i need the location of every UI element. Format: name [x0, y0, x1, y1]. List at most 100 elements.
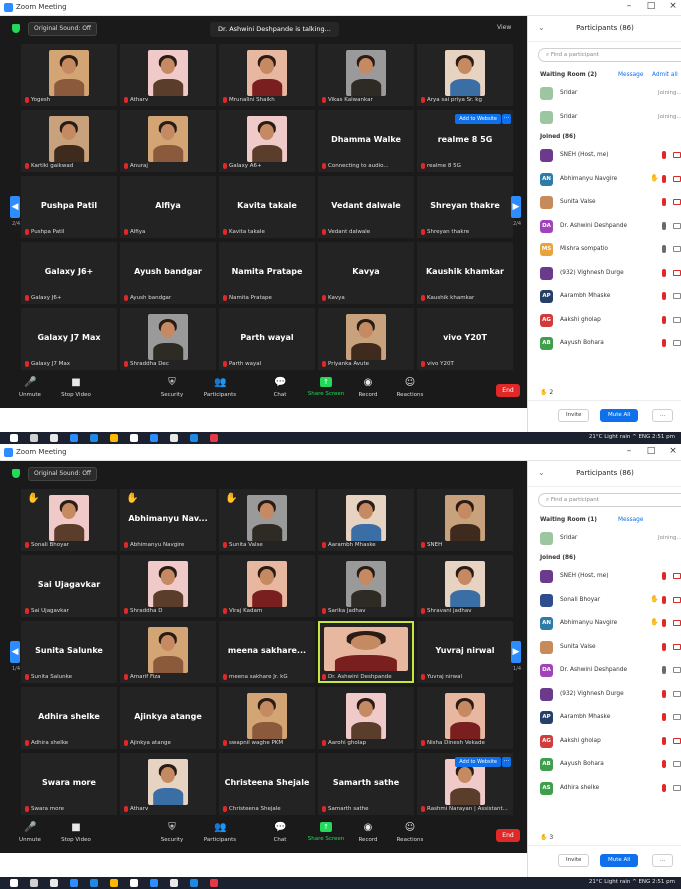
participant-row[interactable]: AP Aarambh Mhaske: [540, 710, 681, 726]
message-waiting-button[interactable]: Message: [618, 72, 643, 78]
waiting-participant-row[interactable]: Sridar Joining...: [540, 531, 681, 547]
mute-all-button[interactable]: Mute All: [600, 409, 639, 422]
view-button[interactable]: View: [497, 24, 511, 31]
more-options-button[interactable]: ...: [652, 409, 674, 422]
zoom-icon[interactable]: [150, 434, 158, 442]
video-tile[interactable]: Kartiki gaikwad: [21, 110, 117, 172]
participant-row[interactable]: (932) Vighnesh Durge: [540, 687, 681, 703]
end-meeting-button[interactable]: End: [496, 829, 520, 842]
video-tile[interactable]: Christeena Shejale Christeena Shejale: [219, 753, 315, 815]
unmute-button[interactable]: 🎤 Unmute: [8, 822, 52, 843]
video-tile[interactable]: Galaxy A6+: [219, 110, 315, 172]
stop-video-button[interactable]: ■ Stop Video: [54, 822, 98, 843]
video-tile[interactable]: Amarif Fiza: [120, 621, 216, 683]
search-icon[interactable]: [30, 434, 38, 442]
waiting-participant-row[interactable]: Sridar Joining...: [540, 110, 681, 126]
mail-icon[interactable]: [190, 434, 198, 442]
video-tile[interactable]: Dr. Ashwini Deshpande: [318, 621, 414, 683]
mute-all-button[interactable]: Mute All: [600, 854, 639, 867]
video-tile[interactable]: Kaushik khamkar Kaushik khamkar: [417, 242, 513, 304]
video-tile[interactable]: Alfiya Alfiya: [120, 176, 216, 238]
participants-button[interactable]: 👥 Participants: [198, 822, 242, 843]
add-to-website-button[interactable]: Add to Website: [455, 114, 501, 124]
tile-more-button[interactable]: ···: [502, 114, 511, 124]
participant-row[interactable]: AN Abhimanyu Navgire ✋: [540, 616, 681, 632]
stop-video-button[interactable]: ■ Stop Video: [54, 377, 98, 398]
reactions-button[interactable]: ☺ Reactions: [388, 822, 432, 843]
participant-search-input[interactable]: ⌕ Find a participant: [538, 48, 681, 62]
participant-row[interactable]: AG Aakshi gholap: [540, 734, 681, 750]
start-icon[interactable]: [10, 879, 18, 887]
video-tile[interactable]: Atharv: [120, 753, 216, 815]
video-tile[interactable]: Dhamma Walke Connecting to audio...: [318, 110, 414, 172]
invite-button[interactable]: Invite: [558, 854, 590, 867]
reactions-button[interactable]: ☺ Reactions: [388, 377, 432, 398]
add-to-website-button[interactable]: Add to Website: [455, 757, 501, 767]
participant-row[interactable]: DA Dr. Ashwini Deshpande: [540, 663, 681, 679]
video-tile[interactable]: realme 8 5G Add to Website ··· realme 8 5G: [417, 110, 513, 172]
participant-row[interactable]: AB Aayush Bohara: [540, 336, 681, 352]
next-page-arrow[interactable]: ▶: [511, 196, 521, 218]
security-button[interactable]: ⛨ Security: [150, 377, 194, 398]
video-tile[interactable]: Parth wayal Parth wayal: [219, 308, 315, 370]
minimize-button[interactable]: –: [622, 1, 636, 11]
admit-all-button[interactable]: Admit all: [652, 72, 678, 78]
video-tile[interactable]: Ajinkya atange Ajinkya atange: [120, 687, 216, 749]
edge-icon[interactable]: [90, 434, 98, 442]
previous-page-arrow[interactable]: ◀: [10, 641, 20, 663]
participant-row[interactable]: Sunita Valse: [540, 195, 681, 211]
waiting-participant-row[interactable]: Sridar Joining...: [540, 86, 681, 102]
video-tile[interactable]: Shravani jadhav: [417, 555, 513, 617]
folder-icon[interactable]: [110, 434, 118, 442]
chrome-icon[interactable]: [130, 879, 138, 887]
video-tile[interactable]: Vikas Kalwankar: [318, 44, 414, 106]
original-sound-button[interactable]: Original Sound: Off: [28, 467, 98, 481]
search-icon[interactable]: [30, 879, 38, 887]
minimize-button[interactable]: –: [622, 446, 636, 456]
video-tile[interactable]: Atharv: [120, 44, 216, 106]
video-tile[interactable]: Kavya Kavya: [318, 242, 414, 304]
video-tile[interactable]: Sarika Jadhav: [318, 555, 414, 617]
start-icon[interactable]: [10, 434, 18, 442]
video-tile[interactable]: Sunita Salunke Sunita Salunke: [21, 621, 117, 683]
message-waiting-button[interactable]: Message: [618, 517, 643, 523]
browser-icon[interactable]: [70, 879, 78, 887]
video-tile[interactable]: Nisha Dinesh Vekade: [417, 687, 513, 749]
participants-button[interactable]: 👥 Participants: [198, 377, 242, 398]
video-tile[interactable]: Shreyan thakre Shreyan thakre: [417, 176, 513, 238]
zoom-icon[interactable]: [150, 879, 158, 887]
browser-icon[interactable]: [70, 434, 78, 442]
video-tile[interactable]: Galaxy J6+ Galaxy J6+: [21, 242, 117, 304]
video-tile[interactable]: swapnil waghe PKM: [219, 687, 315, 749]
unmute-button[interactable]: 🎤 Unmute: [8, 377, 52, 398]
participant-row[interactable]: Sunita Valse: [540, 640, 681, 656]
close-button[interactable]: ×: [666, 1, 680, 11]
maximize-button[interactable]: □: [644, 1, 658, 11]
video-tile[interactable]: Viraj Kadam: [219, 555, 315, 617]
close-button[interactable]: ×: [666, 446, 680, 456]
video-tile[interactable]: Add to Website ··· Rashmi Narayan | Assist…: [417, 753, 513, 815]
chrome-icon[interactable]: [130, 434, 138, 442]
video-tile[interactable]: Yuvraj nirwal Yuvraj nirwal: [417, 621, 513, 683]
participant-row[interactable]: AS Adhira shelke: [540, 781, 681, 797]
video-tile[interactable]: Samarth sathe Samarth sathe: [318, 753, 414, 815]
video-tile[interactable]: Swara more Swara more: [21, 753, 117, 815]
store-icon[interactable]: [170, 879, 178, 887]
participant-row[interactable]: (932) Vighnesh Durge: [540, 266, 681, 282]
store-icon[interactable]: [170, 434, 178, 442]
chat-button[interactable]: 💬 Chat: [258, 377, 302, 398]
participant-row[interactable]: AP Aarambh Mhaske: [540, 289, 681, 305]
video-tile[interactable]: vivo Y20T vivo Y20T: [417, 308, 513, 370]
video-tile[interactable]: Anuraj: [120, 110, 216, 172]
video-tile[interactable]: meena sakhare... meena sakhare Jr. kG: [219, 621, 315, 683]
video-tile[interactable]: Vedant dalwale Vedant dalwale: [318, 176, 414, 238]
record-button[interactable]: ◉ Record: [346, 822, 390, 843]
original-sound-button[interactable]: Original Sound: Off: [28, 22, 98, 36]
video-tile[interactable]: Aarambh Mhaske: [318, 489, 414, 551]
participant-row[interactable]: AN Abhimanyu Navgire ✋: [540, 172, 681, 188]
participant-row[interactable]: Sonali Bhoyar ✋: [540, 593, 681, 609]
record-button[interactable]: ◉ Record: [346, 377, 390, 398]
video-tile[interactable]: Sai Ujagavkar Sai Ujagavkar: [21, 555, 117, 617]
participant-search-input[interactable]: ⌕ Find a participant: [538, 493, 681, 507]
video-tile[interactable]: Kavita takale Kavita takale: [219, 176, 315, 238]
